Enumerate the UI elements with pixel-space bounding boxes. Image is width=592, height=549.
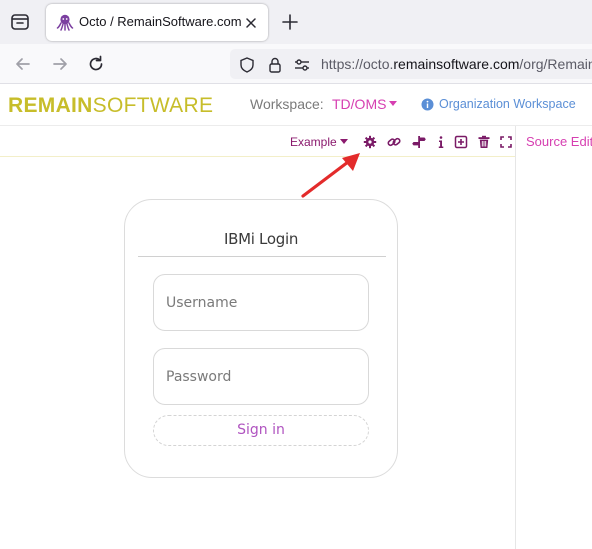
- url-text[interactable]: https://octo.remainsoftware.com/org/Rema…: [321, 56, 592, 72]
- workspace-value: TD/OMS: [332, 96, 387, 112]
- back-arrow-icon[interactable]: [13, 54, 33, 74]
- username-field[interactable]: [153, 274, 369, 331]
- info-circle-icon: [421, 98, 434, 111]
- signpost-icon[interactable]: [412, 135, 426, 149]
- app-header: REMAINSOFTWARE Workspace: TD/OMS Organiz…: [0, 84, 592, 126]
- source-edit-tab[interactable]: Source Edit: [526, 134, 592, 149]
- login-title: IBMi Login: [223, 230, 299, 248]
- sign-in-button[interactable]: Sign in: [153, 415, 369, 446]
- url-path: /org/Remain: [519, 56, 592, 72]
- workspace-dropdown[interactable]: TD/OMS: [332, 96, 398, 112]
- browser-tab[interactable]: Octo / RemainSoftware.com: [46, 4, 268, 41]
- brand-light: SOFTWARE: [92, 94, 214, 117]
- gear-icon[interactable]: [363, 135, 377, 149]
- caret-down-icon: [389, 101, 398, 107]
- tab-list-icon: [11, 14, 29, 30]
- browser-navbar: https://octo.remainsoftware.com/org/Rema…: [0, 44, 592, 84]
- lock-icon[interactable]: [266, 56, 284, 74]
- caret-down-icon: [339, 138, 348, 144]
- organization-workspace-link[interactable]: Organization Workspace: [439, 97, 576, 111]
- url-domain: remainsoftware.com: [393, 56, 520, 72]
- annotation-arrow: [301, 153, 360, 198]
- panel-divider[interactable]: [515, 126, 516, 549]
- login-card: IBMi Login Sign in: [124, 199, 398, 478]
- plus-square-icon[interactable]: [454, 135, 468, 149]
- example-label: Example: [290, 135, 337, 149]
- title-divider: [138, 256, 386, 257]
- link-icon[interactable]: [387, 135, 401, 149]
- fullscreen-icon[interactable]: [499, 135, 513, 149]
- new-tab-icon[interactable]: [280, 12, 300, 32]
- shield-icon[interactable]: [238, 56, 256, 74]
- password-input[interactable]: [166, 349, 356, 404]
- url-prefix: https://octo.: [321, 56, 394, 72]
- username-input[interactable]: [166, 275, 356, 330]
- info-icon[interactable]: [434, 135, 448, 149]
- editor-toolbar: Example: [0, 126, 516, 157]
- trash-icon[interactable]: [477, 135, 491, 149]
- permissions-icon[interactable]: [293, 56, 311, 74]
- password-field[interactable]: [153, 348, 369, 405]
- example-dropdown[interactable]: Example: [290, 135, 348, 149]
- reload-icon[interactable]: [86, 54, 106, 74]
- forward-arrow-icon[interactable]: [50, 54, 70, 74]
- octopus-icon: [56, 14, 74, 31]
- workspace-label: Workspace:: [250, 96, 324, 112]
- tab-list-button[interactable]: [8, 10, 32, 34]
- browser-tabstrip: Octo / RemainSoftware.com: [0, 0, 592, 44]
- tab-title: Octo / RemainSoftware.com: [79, 14, 242, 29]
- url-bar[interactable]: https://octo.remainsoftware.com/org/Rema…: [230, 49, 592, 79]
- brand-bold: REMAIN: [8, 94, 93, 117]
- close-icon[interactable]: [244, 16, 258, 30]
- brand-logo[interactable]: REMAINSOFTWARE: [8, 94, 213, 118]
